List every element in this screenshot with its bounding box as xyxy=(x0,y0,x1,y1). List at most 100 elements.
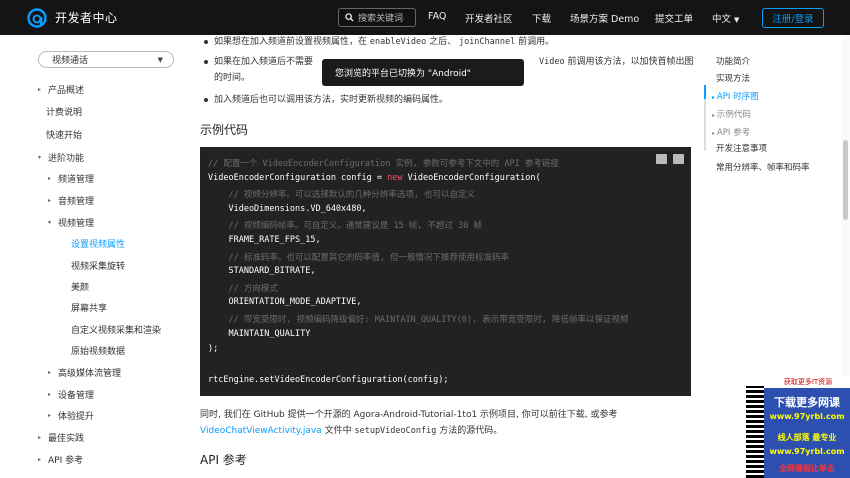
sidebar-item[interactable]: 设置视频属性 xyxy=(71,237,125,250)
chevron-down-icon: ▾ xyxy=(48,219,52,226)
chevron-right-icon: ▸ xyxy=(38,434,42,441)
sidebar-item-label: 快速开始 xyxy=(46,131,83,141)
sidebar-item-label: 体验提升 xyxy=(58,412,95,422)
sidebar-item[interactable]: ▸ API 参考 xyxy=(38,453,83,466)
inline-code: setupVideoConfig xyxy=(354,426,437,436)
sidebar-item[interactable]: ▾ 进阶功能 xyxy=(38,151,84,164)
sidebar-item-label: 进阶功能 xyxy=(48,154,85,164)
code-block: // 配置一个 VideoEncoderConfiguration 实例, 参数… xyxy=(200,147,691,396)
code-comment-line: // 视频分辨率。可以选择默认的几种分辨率选项, 也可以自定义 xyxy=(208,188,475,200)
nav-download[interactable]: 下载 xyxy=(532,11,551,25)
paragraph: 同时, 我们在 GitHub 提供一个开源的 Agora-Android-Tut… xyxy=(200,407,698,439)
toc-item[interactable]: 实现方法 xyxy=(716,72,750,84)
sidebar-item-label: API 参考 xyxy=(48,456,84,466)
sidebar-item[interactable]: 计费说明 xyxy=(46,105,82,118)
login-button[interactable]: 注册/登录 xyxy=(762,8,824,28)
sidebar-item-label: 频道管理 xyxy=(58,175,95,185)
expand-icon[interactable] xyxy=(673,154,684,164)
toc-item[interactable]: ▸ 示例代码 xyxy=(712,108,751,120)
code-text: VideoEncoderConfiguration config = xyxy=(208,172,388,183)
toc-item-label: API 参考 xyxy=(716,128,751,138)
ad-line: www.97yrbl.com xyxy=(769,447,845,456)
list-item: 如果在加入频道后不需要 xyxy=(204,54,313,70)
sidebar-item[interactable]: ▸ 产品概述 xyxy=(38,83,84,96)
code-text: // 视频分辨率。可以选择默认的几种分辨率选项, 也可以自定义 xyxy=(208,190,476,201)
code-comment-line: // 标准码率。也可以配置其它的码率值, 但一般情况下推荐使用标准码率 xyxy=(208,251,509,263)
ad-line: 全网课程比单击 xyxy=(779,464,835,473)
ad-line: 下载更多网课 xyxy=(774,396,840,409)
chevron-right-icon: ▸ xyxy=(48,391,52,398)
toc-item[interactable]: ▸ API 参考 xyxy=(712,126,750,138)
code-keyword: new xyxy=(387,172,403,183)
code-line: ); xyxy=(208,344,218,354)
sidebar-item[interactable]: 美颜 xyxy=(71,280,89,293)
chevron-down-icon: ▼ xyxy=(157,56,163,64)
text: 文件中 xyxy=(324,426,352,436)
code-comment-line: // 方向模式 xyxy=(208,282,277,294)
nav-community[interactable]: 开发者社区 xyxy=(465,11,513,25)
text: 方法的源代码。 xyxy=(439,426,503,436)
product-select[interactable]: 视频通话 ▼ xyxy=(38,51,174,68)
chevron-down-icon: ▼ xyxy=(734,16,740,24)
copy-icon[interactable] xyxy=(656,154,667,164)
sidebar-item[interactable]: ▸ 音频管理 xyxy=(48,194,94,207)
top-navbar: 开发者中心 搜索关键词 FAQ 开发者社区 下载 场景方案 Demo 提交工单 … xyxy=(0,0,850,35)
code-line: rtcEngine.setVideoEncoderConfiguration(c… xyxy=(208,375,449,385)
inline-code: joinChannel xyxy=(458,37,516,47)
list-item: 如果想在加入频道前设置视频属性，在 enableVideo 之后、 joinCh… xyxy=(204,35,554,50)
sidebar-item-label: 音频管理 xyxy=(58,197,95,207)
scrollbar-thumb[interactable] xyxy=(843,140,848,220)
brand[interactable]: 开发者中心 xyxy=(27,7,118,28)
sidebar-item[interactable]: 快速开始 xyxy=(46,128,82,141)
text: 之后、 xyxy=(429,37,457,47)
text: 前调用该方法，以加快首帧出图 xyxy=(567,57,694,67)
text: 同时, 我们在 GitHub 提供一个开源的 Agora-Android-Tut… xyxy=(200,410,618,420)
nav-demo[interactable]: 场景方案 Demo xyxy=(570,11,639,25)
toc-item-label: 常用分辨率、帧率和码率 xyxy=(716,163,810,173)
code-text: VideoEncoderConfiguration( xyxy=(402,172,541,183)
code-line: STANDARD_BITRATE, xyxy=(208,266,315,276)
code-line: VideoEncoderConfiguration config = new V… xyxy=(208,173,541,183)
toc-item[interactable]: 开发注意事项 xyxy=(716,142,767,154)
sidebar-item[interactable]: ▸ 最佳实践 xyxy=(38,431,84,444)
sidebar-item[interactable]: ▾ 视频管理 xyxy=(48,216,94,229)
code-text: // 视频编码帧率。可自定义。通常建议是 15 帧, 不超过 30 帧 xyxy=(208,221,482,232)
nav-faq[interactable]: FAQ xyxy=(428,11,446,22)
sidebar-item-label: 视频管理 xyxy=(58,219,95,229)
sidebar-item[interactable]: ▸ 高级媒体流管理 xyxy=(48,366,121,379)
sidebar-item[interactable]: 屏幕共享 xyxy=(71,301,107,314)
toc-item-label: API 时序图 xyxy=(716,92,759,102)
sidebar-item[interactable]: ▸ 频道管理 xyxy=(48,172,94,185)
search-input[interactable]: 搜索关键词 xyxy=(338,8,416,27)
sidebar-item-label: 最佳实践 xyxy=(48,434,85,444)
toc-item[interactable]: 常用分辨率、帧率和码率 xyxy=(716,161,810,173)
list-item: 加入频道后也可以调用该方法，实时更新视频的编码属性。 xyxy=(204,92,448,108)
code-comment-line: // 配置一个 VideoEncoderConfiguration 实例, 参数… xyxy=(208,157,559,169)
sidebar-item-label: 计费说明 xyxy=(46,108,83,118)
toc-item[interactable]: 功能简介 xyxy=(716,55,750,67)
code-text: MAINTAIN_QUALITY xyxy=(208,328,311,339)
sidebar-item[interactable]: ▸ 设备管理 xyxy=(48,388,94,401)
search-placeholder: 搜索关键词 xyxy=(358,14,404,24)
sidebar: 视频通话 ▼ ▸ 产品概述 计费说明 快速开始 ▾ 进阶功能 ▸ 频道管理 ▸ 音频管理 ▾ 视频管理… xyxy=(28,35,188,478)
bullet-dot xyxy=(204,39,208,44)
toc-item-label: 开发注意事项 xyxy=(716,144,768,154)
code-text: // 标准码率。也可以配置其它的码率值, 但一般情况下推荐使用标准码率 xyxy=(208,252,510,263)
section-title-api: API 参考 xyxy=(200,453,247,467)
source-file-link[interactable]: VideoChatViewActivity.java xyxy=(200,426,322,436)
sidebar-item[interactable]: ▸ 体验提升 xyxy=(48,409,94,422)
qr-code xyxy=(746,386,764,478)
chevron-right-icon: ▸ xyxy=(38,456,42,463)
code-line: MAINTAIN_QUALITY xyxy=(208,329,310,339)
toc-item[interactable]: ▸ API 时序图 xyxy=(712,90,759,102)
ad-line: www.97yrbl.com xyxy=(769,412,845,421)
sidebar-item[interactable]: 自定义视频采集和渲染 xyxy=(71,323,161,336)
sidebar-item-label: 自定义视频采集和渲染 xyxy=(71,326,162,336)
chevron-right-icon: ▸ xyxy=(48,369,52,376)
code-line: VideoDimensions.VD_640x480, xyxy=(208,204,366,214)
language-select[interactable]: 中文 ▼ xyxy=(712,11,739,25)
nav-ticket[interactable]: 提交工单 xyxy=(655,11,693,25)
sidebar-item[interactable]: 原始视频数据 xyxy=(71,344,125,357)
chevron-right-icon: ▸ xyxy=(38,86,42,93)
sidebar-item[interactable]: 视频采集旋转 xyxy=(71,259,125,272)
